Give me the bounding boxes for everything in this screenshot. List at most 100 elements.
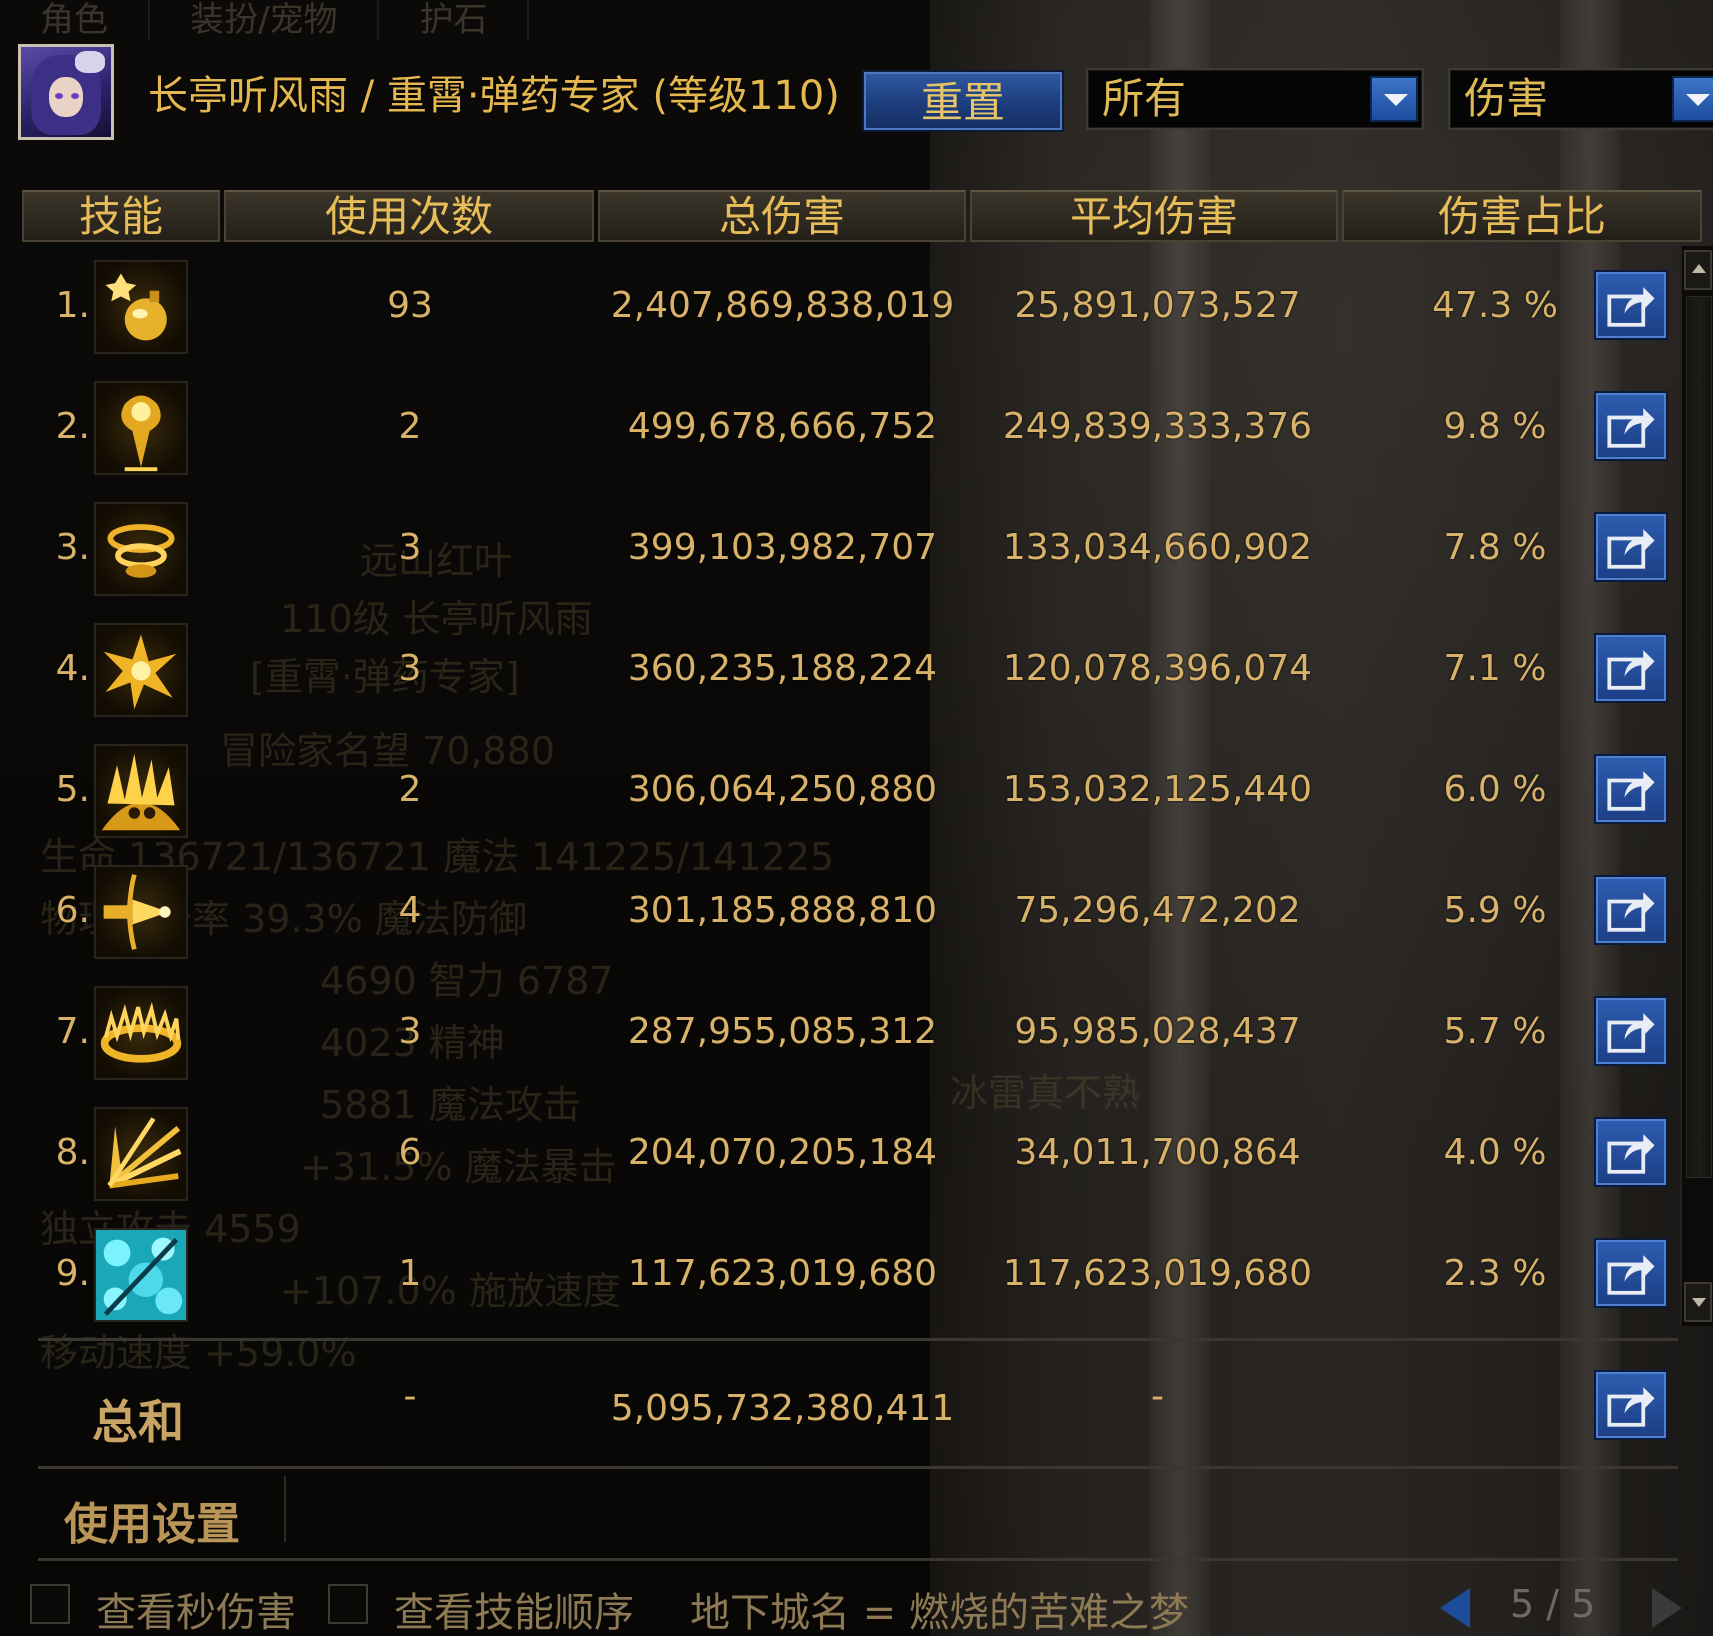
scroll-down-icon[interactable] (1684, 1282, 1712, 1322)
row-average-damage: 133,034,660,902 (1002, 527, 1313, 568)
total-label: 总和 (92, 1395, 184, 1449)
row-average-damage: 34,011,700,864 (1014, 1132, 1301, 1173)
column-header-damage-share[interactable]: 伤害占比 (1342, 190, 1702, 242)
row-average-damage: 249,839,333,376 (1002, 406, 1313, 447)
column-header-average-damage[interactable]: 平均伤害 (970, 190, 1338, 242)
share-button[interactable] (1594, 1117, 1668, 1187)
filter-select[interactable]: 所有 (1086, 68, 1424, 130)
per-second-damage-label[interactable]: 查看秒伤害 (96, 1580, 296, 1636)
share-button[interactable] (1594, 391, 1668, 461)
table-row[interactable]: 2. 2 499,678,666,752 249,839,333,376 9.8 % (0, 371, 1713, 492)
per-second-damage-checkbox[interactable] (30, 1584, 70, 1624)
scroll-up-icon[interactable] (1684, 250, 1712, 290)
share-icon (1607, 771, 1655, 811)
chevron-down-icon[interactable] (1672, 76, 1713, 122)
row-average-damage: 25,891,073,527 (1014, 285, 1301, 326)
row-rank: 7. (55, 1011, 90, 1052)
background-tab: 护石 (379, 0, 530, 40)
character-title: 长亭听风雨 / 重霄·弹药专家 (等级110) (148, 73, 840, 119)
total-divider (38, 1338, 1678, 1341)
row-total-damage: 360,235,188,224 (627, 648, 938, 689)
row-uses: 2 (398, 769, 422, 810)
dungeon-name-label: 地下城名 = 燃烧的苦难之梦 (690, 1590, 1189, 1636)
table-scrollbar[interactable] (1680, 246, 1713, 1326)
share-icon (1607, 1013, 1655, 1053)
row-uses: 3 (398, 527, 422, 568)
column-header-uses[interactable]: 使用次数 (224, 190, 594, 242)
burst-icon (94, 623, 188, 717)
row-uses: 4 (398, 890, 422, 931)
share-button[interactable] (1594, 633, 1668, 703)
row-uses: 1 (398, 1253, 422, 1294)
row-damage-share: 7.1 % (1443, 648, 1547, 689)
frost-bubble-icon (94, 1228, 188, 1322)
share-button[interactable] (1594, 270, 1668, 340)
reset-button[interactable]: 重置 (862, 70, 1064, 132)
total-average: - (1151, 1376, 1164, 1417)
scroll-thumb[interactable] (1686, 296, 1712, 1178)
row-damage-share: 5.7 % (1443, 1011, 1547, 1052)
share-button[interactable] (1594, 996, 1668, 1066)
portrait-eye (55, 93, 63, 99)
share-icon (1607, 408, 1655, 448)
share-button[interactable] (1594, 512, 1668, 582)
row-total-damage: 499,678,666,752 (627, 406, 938, 447)
share-button[interactable] (1594, 875, 1668, 945)
next-page-icon[interactable] (1652, 1588, 1682, 1628)
column-header-skill[interactable]: 技能 (22, 190, 220, 242)
table-row[interactable]: 7. 3 287,955,085,312 95,985,028,437 5.7 % (0, 976, 1713, 1097)
table-row[interactable]: 3. 3 399,103,982,707 133,034,660,902 7.8 % (0, 492, 1713, 613)
table-row[interactable]: 1. 93 2,407,869,838,019 25,891,073,527 47.3 … (0, 250, 1713, 371)
portrait-eye (71, 93, 79, 99)
row-total-damage: 301,185,888,810 (627, 890, 938, 931)
bullet-icon (94, 865, 188, 959)
share-button[interactable] (1594, 1238, 1668, 1308)
row-average-damage: 117,623,019,680 (1002, 1253, 1313, 1294)
metric-select[interactable]: 伤害 (1448, 68, 1713, 130)
share-button[interactable] (1594, 754, 1668, 824)
row-rank: 9. (55, 1253, 90, 1294)
table-row[interactable]: 5. 2 306,064,250,880 153,032,125,440 6.0 % (0, 734, 1713, 855)
share-icon (1607, 1255, 1655, 1295)
usage-settings-label[interactable]: 使用设置 (64, 1488, 240, 1552)
share-icon (1607, 1387, 1655, 1427)
previous-page-icon[interactable] (1440, 1588, 1470, 1628)
row-uses: 3 (398, 648, 422, 689)
row-rank: 2. (55, 406, 90, 447)
spread-shot-icon (94, 1107, 188, 1201)
table-row[interactable]: 6. 4 301,185,888,810 75,296,472,202 5.9 % (0, 855, 1713, 976)
skill-order-checkbox[interactable] (328, 1584, 368, 1624)
row-damage-share: 2.3 % (1443, 1253, 1547, 1294)
row-damage-share: 4.0 % (1443, 1132, 1547, 1173)
settings-separator (284, 1476, 286, 1542)
row-average-damage: 120,078,396,074 (1002, 648, 1313, 689)
share-icon (1607, 1134, 1655, 1174)
row-uses: 93 (387, 285, 433, 326)
footer-divider (38, 1558, 1678, 1561)
total-damage-value: 5,095,732,380,411 (610, 1388, 955, 1429)
row-uses: 2 (398, 406, 422, 447)
page-indicator: 5 / 5 (1510, 1582, 1596, 1626)
footer-bar: 查看秒伤害 查看技能顺序 地下城名 = 燃烧的苦难之梦 5 / 5 (0, 1572, 1713, 1636)
table-row[interactable]: 8. 6 204,070,205,184 34,011,700,864 4.0 % (0, 1097, 1713, 1218)
row-rank: 6. (55, 890, 90, 931)
share-icon (1607, 892, 1655, 932)
table-row[interactable]: 4. 3 360,235,188,224 120,078,396,074 7.1 % (0, 613, 1713, 734)
portrait-bow (75, 51, 105, 73)
column-header-total-damage[interactable]: 总伤害 (598, 190, 966, 242)
row-damage-share: 6.0 % (1443, 769, 1547, 810)
row-damage-share: 7.8 % (1443, 527, 1547, 568)
table-header: 技能 使用次数 总伤害 平均伤害 伤害占比 (22, 190, 1706, 242)
skill-order-label[interactable]: 查看技能顺序 (394, 1580, 634, 1636)
chevron-down-icon[interactable] (1370, 76, 1418, 122)
row-uses: 3 (398, 1011, 422, 1052)
table-row[interactable]: 9. 1 117,623,019,680 117,623,019,680 2.3 % (0, 1218, 1713, 1339)
background-tab: 角色 (0, 0, 150, 40)
row-total-damage: 399,103,982,707 (627, 527, 938, 568)
row-rank: 4. (55, 648, 90, 689)
share-total-button[interactable] (1594, 1370, 1668, 1440)
row-damage-share: 5.9 % (1443, 890, 1547, 931)
total-uses: - (403, 1376, 417, 1417)
row-uses: 6 (398, 1132, 422, 1173)
filter-select-value: 所有 (1102, 74, 1187, 123)
